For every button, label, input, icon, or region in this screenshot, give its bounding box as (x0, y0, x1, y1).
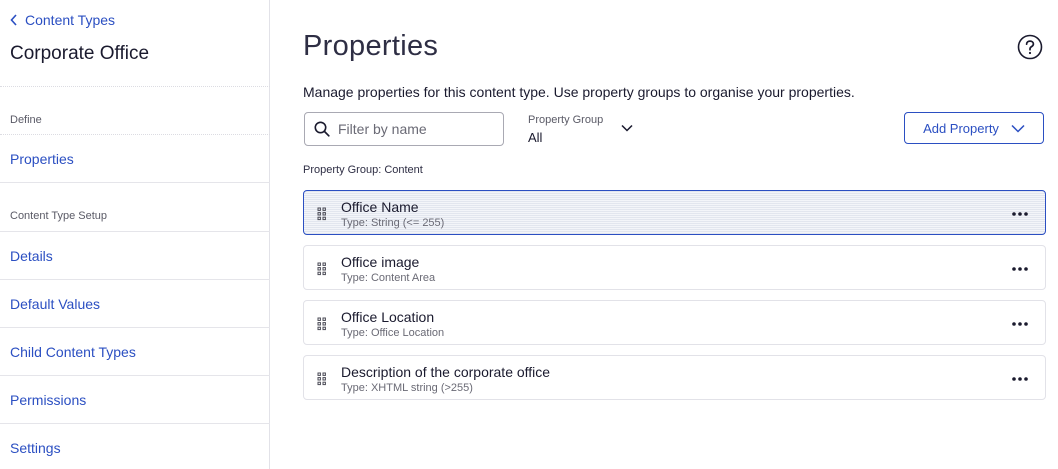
property-type: Type: String (<= 255) (341, 217, 445, 229)
sidebar-section-define: Define (10, 114, 42, 126)
chevron-down-icon (621, 124, 633, 132)
sidebar-item-settings[interactable]: Settings (10, 440, 61, 456)
main-content: Properties Manage properties for this co… (271, 0, 1058, 469)
sidebar-item-details[interactable]: Details (10, 248, 53, 264)
property-group-value: All (528, 130, 543, 145)
sidebar-divider (0, 182, 270, 183)
add-property-button[interactable]: Add Property (904, 112, 1044, 144)
more-horizontal-icon[interactable] (1011, 265, 1029, 273)
chevron-down-icon (1011, 124, 1025, 133)
drag-handle-icon[interactable] (317, 372, 327, 386)
page-description: Manage properties for this content type.… (303, 84, 855, 100)
sidebar-divider (0, 86, 270, 87)
property-group-label: Property Group (528, 114, 604, 126)
property-type: Type: Content Area (341, 272, 436, 284)
search-input[interactable] (336, 120, 490, 138)
back-link-label: Content Types (25, 12, 116, 28)
sidebar-item-properties[interactable]: Properties (10, 151, 74, 167)
add-property-label: Add Property (923, 120, 999, 136)
sidebar-item-default-values[interactable]: Default Values (10, 296, 100, 312)
property-list: Office Name Type: String (<= 255) Office… (303, 190, 1046, 410)
more-horizontal-icon[interactable] (1011, 320, 1029, 328)
property-row[interactable]: Office Location Type: Office Location (303, 300, 1046, 345)
sidebar-item-child-content-types[interactable]: Child Content Types (10, 344, 136, 360)
property-type: Type: XHTML string (>255) (341, 382, 473, 394)
property-group-select[interactable]: Property Group All (528, 113, 638, 147)
sidebar-divider (0, 134, 270, 135)
sidebar: Content Types Corporate Office Define Pr… (0, 0, 270, 469)
sidebar-section-content-type-setup: Content Type Setup (10, 210, 108, 222)
sidebar-divider (0, 423, 270, 424)
content-type-title: Corporate Office (10, 43, 150, 64)
chevron-left-icon (10, 14, 17, 26)
sidebar-divider (0, 327, 270, 328)
property-name: Office Location (341, 309, 435, 325)
sidebar-item-permissions[interactable]: Permissions (10, 392, 86, 408)
property-name: Office Name (341, 199, 419, 215)
search-icon (314, 121, 330, 137)
property-row[interactable]: Office image Type: Content Area (303, 245, 1046, 290)
property-row[interactable]: Office Name Type: String (<= 255) (303, 190, 1046, 235)
sidebar-divider (0, 375, 270, 376)
drag-handle-icon[interactable] (317, 207, 327, 221)
more-horizontal-icon[interactable] (1011, 210, 1029, 218)
sidebar-divider (0, 279, 270, 280)
back-to-content-types-link[interactable]: Content Types (10, 11, 115, 29)
property-name: Description of the corporate office (341, 364, 551, 380)
drag-handle-icon[interactable] (317, 317, 327, 331)
property-name: Office image (341, 254, 420, 270)
property-type: Type: Office Location (341, 327, 445, 339)
page-title: Properties (303, 30, 439, 62)
property-row[interactable]: Description of the corporate office Type… (303, 355, 1046, 400)
sidebar-divider (0, 231, 270, 232)
drag-handle-icon[interactable] (317, 262, 327, 276)
more-horizontal-icon[interactable] (1011, 375, 1029, 383)
property-group-heading: Property Group: Content (303, 164, 423, 176)
help-circle-icon[interactable] (1017, 34, 1043, 60)
search-field[interactable] (304, 112, 504, 146)
